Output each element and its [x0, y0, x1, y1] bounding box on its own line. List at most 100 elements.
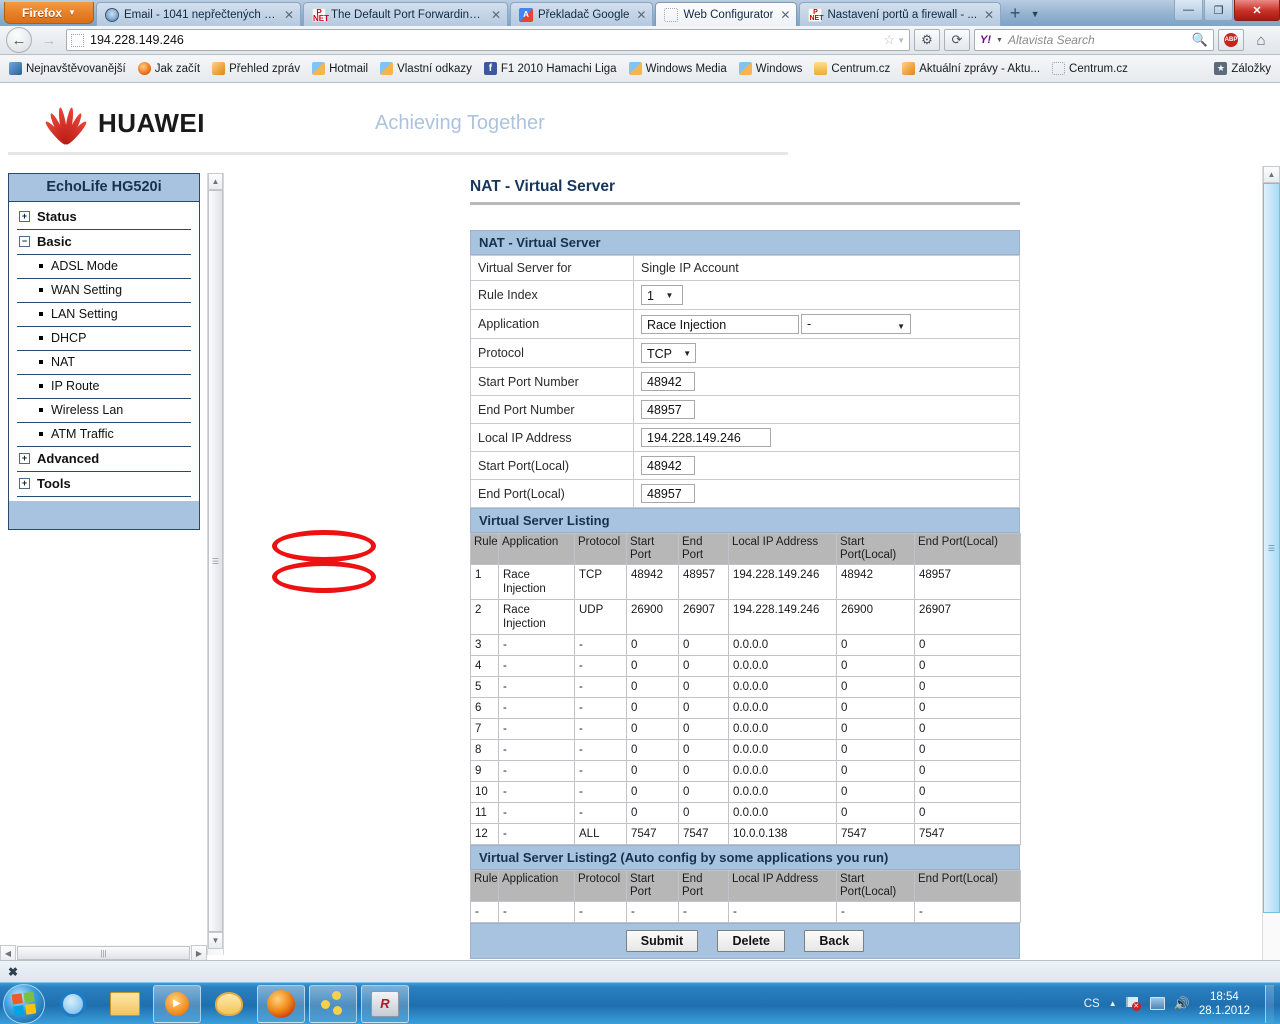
network-icon[interactable] — [1149, 997, 1165, 1010]
plus-icon[interactable]: + — [19, 453, 30, 464]
search-icon[interactable]: 🔍 — [1192, 32, 1208, 48]
scrollbar-thumb[interactable]: ||| — [17, 946, 190, 960]
scrollbar-thumb[interactable]: ☰ — [208, 190, 223, 932]
tab-close-icon[interactable]: ✕ — [984, 8, 994, 22]
bookmark-item[interactable]: f F1 2010 Hamachi Liga — [479, 60, 622, 77]
browser-tab-firewall[interactable]: P NET Nastavení portů a firewall - ... ✕ — [799, 2, 1002, 26]
close-button[interactable]: ✕ — [1234, 0, 1280, 21]
taskbar-item-race-injection[interactable]: R — [361, 984, 409, 1023]
taskbar-item-firefox[interactable] — [257, 984, 305, 1023]
minimize-button[interactable]: — — [1174, 0, 1203, 21]
taskbar-item-windows-explorer[interactable] — [101, 985, 149, 1023]
new-tab-button[interactable]: + — [1005, 4, 1025, 24]
protocol-select[interactable]: TCP ▼ — [641, 343, 697, 363]
sidebar-item-lan-setting[interactable]: LAN Setting — [17, 303, 191, 327]
scroll-up-icon[interactable]: ▲ — [208, 173, 223, 190]
bookmark-item[interactable]: Jak začít — [133, 60, 205, 77]
back-button[interactable]: ← — [6, 27, 32, 53]
tab-close-icon[interactable]: ✕ — [780, 8, 790, 22]
sidebar-item-tools[interactable]: + Tools — [17, 472, 191, 497]
taskbar-item-internet-explorer[interactable] — [49, 985, 97, 1023]
local-ip-address-input[interactable]: 194.228.149.246 — [641, 428, 771, 447]
bookmark-item[interactable]: Windows — [734, 60, 808, 77]
bookmark-item[interactable]: Aktuální zprávy - Aktu... — [897, 60, 1045, 77]
bookmark-star-icon[interactable]: ☆ ▼ — [883, 32, 905, 48]
scroll-up-icon[interactable]: ▲ — [1263, 166, 1280, 183]
addons-gear-icon[interactable]: ⚙ — [914, 29, 940, 51]
sidebar-item-basic[interactable]: − Basic — [17, 230, 191, 255]
bookmark-item[interactable]: Windows Media — [624, 60, 732, 77]
volume-icon[interactable]: 🔊 — [1174, 996, 1190, 1012]
reload-icon[interactable]: ⟳ — [944, 29, 970, 51]
browser-tab-web-configurator[interactable]: Web Configurator ✕ — [655, 2, 798, 26]
browser-tab-translate[interactable]: A Překladač Google ✕ — [510, 2, 654, 26]
submit-button[interactable]: Submit — [625, 930, 699, 952]
minus-icon[interactable]: − — [19, 236, 30, 247]
cell-end-port: - — [678, 901, 729, 923]
rule-index-select[interactable]: 1 ▼ — [641, 285, 683, 305]
sidebar-item-advanced[interactable]: + Advanced — [17, 447, 191, 472]
url-bar[interactable]: 194.228.149.246 ☆ ▼ — [66, 29, 910, 51]
flag-error-icon[interactable]: ✕ — [1125, 996, 1141, 1011]
show-desktop-button[interactable] — [1265, 984, 1274, 1023]
bookmark-item[interactable]: Přehled zpráv — [207, 60, 305, 77]
scroll-down-icon[interactable]: ▼ — [208, 932, 223, 949]
bookmark-item[interactable]: Hotmail — [307, 60, 373, 77]
tab-close-icon[interactable]: ✕ — [491, 8, 501, 22]
browser-tab-portforward[interactable]: P NET The Default Port Forwarding... ✕ — [303, 2, 508, 26]
taskbar-item-media-player[interactable]: ▶ — [153, 984, 201, 1023]
page-vertical-scrollbar[interactable]: ▲ ☰ ▼ — [1262, 166, 1280, 960]
end-port-local-input[interactable]: 48957 — [641, 484, 695, 503]
sidebar-item-status[interactable]: + Status — [17, 205, 191, 230]
sidebar-item-wan-setting[interactable]: WAN Setting — [17, 279, 191, 303]
bookmarks-menu-button[interactable]: ★ Záložky — [1209, 60, 1276, 77]
scroll-right-icon[interactable]: ▶ — [191, 945, 207, 961]
application-input[interactable]: Race Injection — [641, 314, 799, 334]
bookmark-item[interactable]: Centrum.cz — [809, 60, 895, 77]
frame-vertical-scrollbar[interactable]: ▲ ☰ ▼ — [207, 173, 224, 955]
tab-list-dropdown-icon[interactable]: ▼ — [1027, 4, 1043, 24]
frame-horizontal-scrollbar[interactable]: ◀ ||| ▶ — [0, 945, 207, 961]
firefox-app-button-label: Firefox — [22, 5, 63, 20]
tray-clock[interactable]: 18:54 28.1.2012 — [1199, 990, 1250, 1018]
bullet-icon — [39, 408, 43, 412]
forward-button[interactable]: → — [36, 27, 62, 53]
sidebar-item-atm-traffic[interactable]: ATM Traffic — [17, 423, 191, 447]
start-button[interactable] — [3, 983, 45, 1024]
end-port-number-input[interactable]: 48957 — [641, 400, 695, 419]
tray-language-indicator[interactable]: CS — [1084, 998, 1100, 1010]
bookmark-item[interactable]: Nejnavštěvovanější — [4, 60, 131, 77]
yahoo-search-engine-icon[interactable]: Y! — [980, 34, 991, 46]
start-port-number-input[interactable]: 48942 — [641, 372, 695, 391]
firefox-app-button[interactable]: Firefox ▼ — [4, 2, 94, 24]
close-icon[interactable]: ✖ — [8, 965, 18, 979]
search-input[interactable]: Altavista Search — [1008, 33, 1187, 47]
taskbar-item-utorrent[interactable] — [309, 984, 357, 1023]
scrollbar-thumb[interactable]: ☰ — [1263, 183, 1280, 913]
tab-close-icon[interactable]: ✕ — [636, 8, 646, 22]
home-icon[interactable]: ⌂ — [1248, 28, 1274, 52]
back-button[interactable]: Back — [804, 930, 865, 952]
column-header: Protocol — [574, 870, 627, 902]
plus-icon[interactable]: + — [19, 211, 30, 222]
delete-button[interactable]: Delete — [717, 930, 785, 952]
taskbar-item-pidgin[interactable] — [205, 985, 253, 1023]
bookmark-item[interactable]: Vlastní odkazy — [375, 60, 477, 77]
browser-tab-email[interactable]: Email - 1041 nepřečtených z... ✕ — [96, 2, 301, 26]
site-identity-icon[interactable] — [71, 33, 84, 47]
sidebar-item-ip-route[interactable]: IP Route — [17, 375, 191, 399]
adblock-plus-icon[interactable]: ABP — [1218, 29, 1244, 51]
plus-icon[interactable]: + — [19, 478, 30, 489]
scroll-left-icon[interactable]: ◀ — [0, 945, 16, 961]
search-bar[interactable]: Y! ▼ Altavista Search 🔍 — [974, 29, 1214, 51]
sidebar-item-adsl-mode[interactable]: ADSL Mode — [17, 255, 191, 279]
sidebar-item-wireless-lan[interactable]: Wireless Lan — [17, 399, 191, 423]
sidebar-item-nat[interactable]: NAT — [17, 351, 191, 375]
application-preset-select[interactable]: - ▼ — [801, 314, 911, 334]
sidebar-item-dhcp[interactable]: DHCP — [17, 327, 191, 351]
maximize-button[interactable]: ❐ — [1204, 0, 1233, 21]
start-port-local-input[interactable]: 48942 — [641, 456, 695, 475]
tab-close-icon[interactable]: ✕ — [284, 8, 294, 22]
bookmark-item[interactable]: Centrum.cz — [1047, 60, 1133, 77]
tray-overflow-icon[interactable]: ▲ — [1109, 999, 1117, 1008]
